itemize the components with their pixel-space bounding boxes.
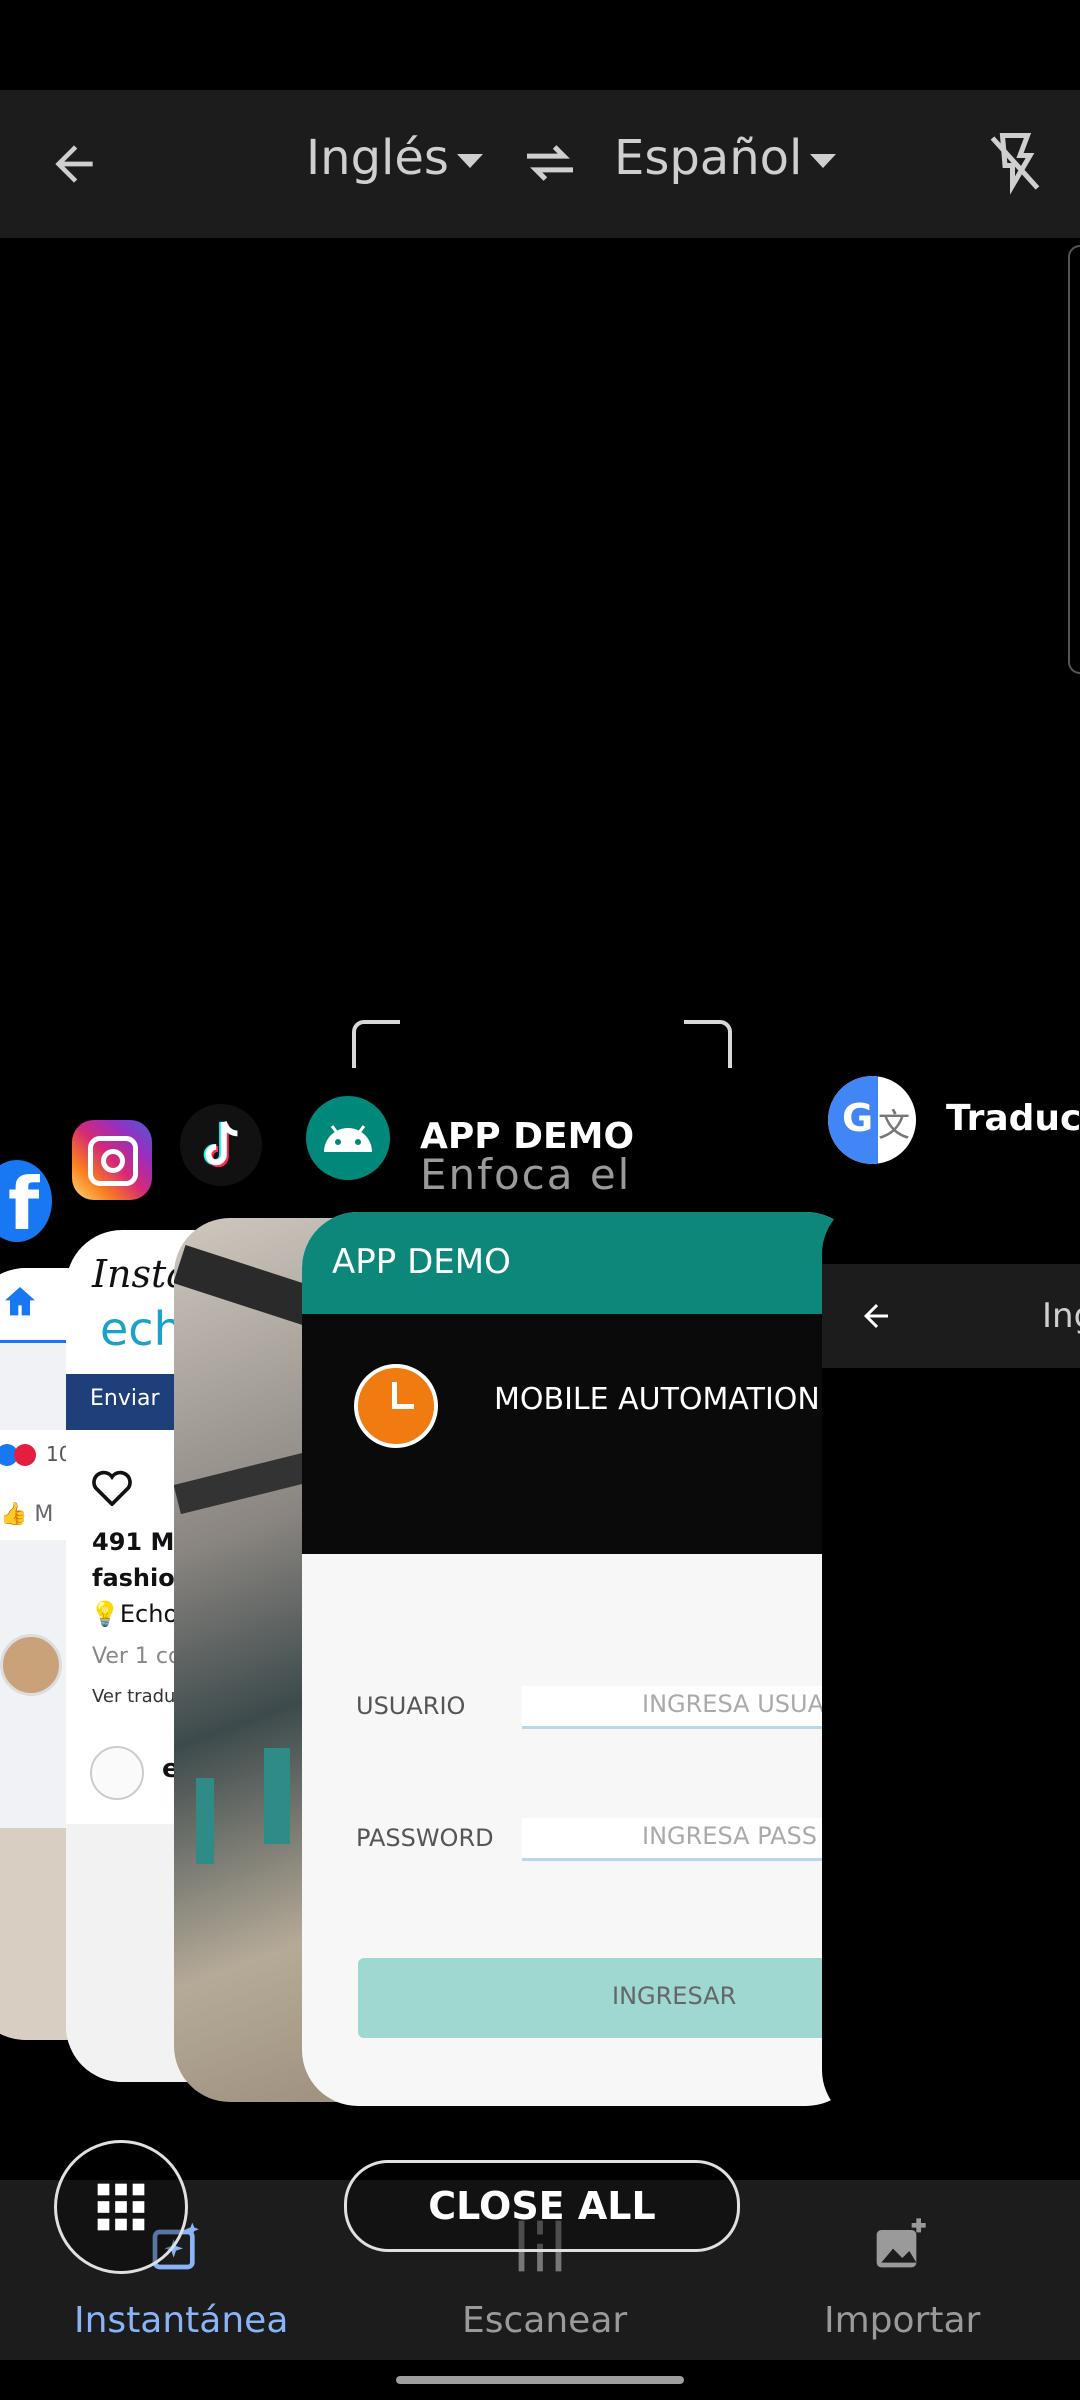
ingresar-button[interactable]: INGRESAR [358, 1958, 862, 2038]
clock-icon [354, 1364, 438, 1448]
usuario-input[interactable]: INGRESA USUA [522, 1686, 862, 1729]
back-arrow-icon [864, 1304, 888, 1328]
love-reaction-icon [14, 1444, 36, 1466]
send-button[interactable]: Enviar [90, 1386, 160, 1411]
android-app-icon[interactable] [306, 1096, 390, 1180]
target-language-label: Español [614, 130, 803, 186]
source-language-label: Inglés [306, 130, 449, 186]
heart-icon[interactable] [90, 1466, 134, 1506]
chevron-down-icon [810, 154, 837, 168]
nav-instantanea-label[interactable]: Instantánea [74, 2300, 288, 2341]
tiktok-app-icon[interactable] [180, 1104, 262, 1186]
password-input[interactable]: INGRESA PASS [522, 1818, 862, 1861]
focus-corner-left [352, 1020, 400, 1068]
app-demo-title: MOBILE AUTOMATION [494, 1382, 820, 1417]
facebook-app-icon[interactable]: f [0, 1160, 52, 1244]
focus-corner-right [684, 1020, 732, 1068]
translator-recent-card[interactable]: Ing [822, 1198, 1080, 2126]
translator-app-label: Traducto [946, 1098, 1080, 1139]
nav-escanear-label[interactable]: Escanear [462, 2300, 627, 2341]
password-label: PASSWORD [356, 1824, 494, 1852]
camera-frame-edge [1068, 245, 1080, 674]
close-all-button[interactable]: CLOSE ALL [344, 2160, 740, 2252]
swap-languages-icon[interactable] [522, 140, 578, 186]
instagram-app-icon[interactable] [72, 1120, 152, 1200]
grid-icon [97, 2183, 145, 2231]
usuario-label: USUARIO [356, 1692, 466, 1720]
avatar [0, 1634, 62, 1696]
thumbs-up-icon: 👍 [0, 1502, 28, 1527]
home-icon [5, 1287, 35, 1316]
source-language-selector[interactable]: Inglés [306, 130, 483, 186]
flash-off-icon[interactable] [985, 130, 1045, 196]
target-language-selector[interactable]: Español [614, 130, 837, 186]
image-add-icon[interactable] [872, 2216, 928, 2272]
chevron-down-icon [456, 154, 483, 168]
camera-hint-text: Enfoca el [420, 1150, 632, 1199]
back-arrow-icon[interactable] [46, 136, 102, 192]
home-gesture-handle[interactable] [396, 2376, 684, 2384]
translate-top-bar: Inglés Español [0, 90, 1080, 238]
app-demo-header: APP DEMO [302, 1212, 862, 1314]
app-grid-button[interactable] [54, 2140, 188, 2274]
google-translate-app-icon[interactable]: G 文 [828, 1076, 916, 1164]
nav-importar-label[interactable]: Importar [824, 2300, 980, 2341]
app-demo-recent-card[interactable]: APP DEMO MOBILE AUTOMATION USUARIO INGRE… [302, 1212, 862, 2106]
avatar [90, 1746, 144, 1800]
